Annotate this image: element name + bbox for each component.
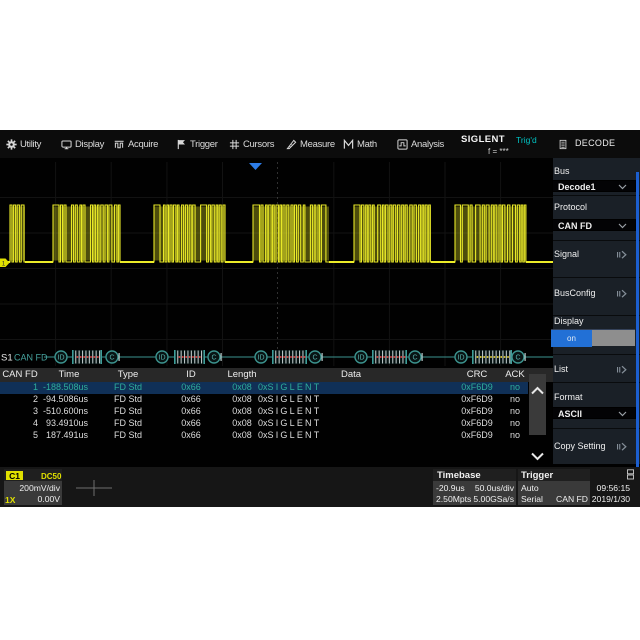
svg-text:CAN FD: CAN FD: [14, 353, 48, 363]
svg-text:1: 1: [2, 260, 6, 267]
svg-text:C: C: [211, 355, 216, 362]
svg-text:ID: ID: [458, 355, 465, 362]
svg-text:ID: ID: [358, 355, 365, 362]
svg-text:C: C: [312, 355, 317, 362]
svg-text:C: C: [109, 355, 114, 362]
svg-text:ID: ID: [159, 355, 166, 362]
svg-text:ID: ID: [258, 355, 265, 362]
svg-text:C: C: [412, 355, 417, 362]
svg-text:C: C: [515, 355, 520, 362]
svg-text:S1: S1: [1, 353, 13, 364]
svg-text:ID: ID: [58, 355, 65, 362]
